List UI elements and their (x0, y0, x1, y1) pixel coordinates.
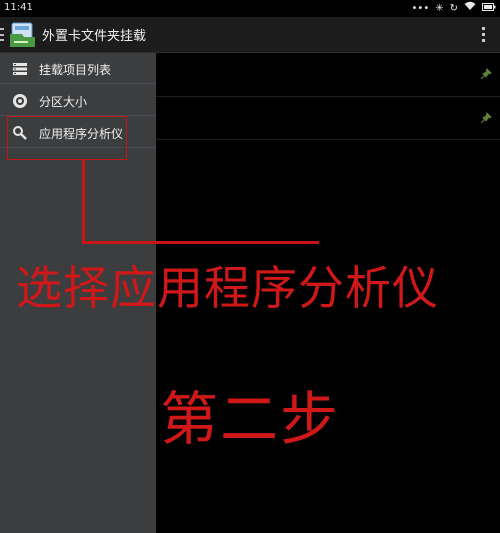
rotation-icon: ↻ (449, 2, 458, 14)
battery-icon (482, 2, 496, 16)
status-icons: ••• ✳ ↻ (412, 1, 496, 16)
pin-icon[interactable] (480, 68, 492, 80)
pointer-line (82, 160, 85, 243)
status-time: 11:41 (4, 2, 33, 13)
pin-icon[interactable] (480, 112, 492, 124)
app-logo-icon[interactable] (8, 20, 38, 48)
list-divider (156, 96, 500, 97)
wifi-icon (464, 1, 476, 16)
status-bar: 11:41 ••• ✳ ↻ (0, 0, 500, 17)
drawer-toggle-icon[interactable] (0, 28, 4, 41)
instruction-annotation: 选择应用程序分析仪 (16, 261, 439, 315)
step-annotation: 第二步 (160, 385, 341, 453)
overflow-menu-icon[interactable] (482, 27, 486, 43)
app-title: 外置卡文件夹挂载 (42, 29, 147, 44)
drawer-item-partition-size[interactable]: 分区大小 (0, 85, 156, 116)
drawer-item-label: 挂载项目列表 (39, 63, 112, 77)
drawer-item-label: 分区大小 (39, 95, 88, 109)
action-bar: 外置卡文件夹挂载 (0, 17, 500, 53)
bluetooth-icon: ✳ (435, 2, 444, 14)
list-icon (13, 63, 27, 75)
disk-icon (13, 94, 27, 108)
alarm-icon: ••• (411, 2, 430, 14)
highlight-box (7, 116, 127, 160)
list-divider (156, 139, 500, 140)
drawer-item-mount-list[interactable]: 挂载项目列表 (0, 53, 156, 84)
pointer-line (82, 241, 319, 244)
